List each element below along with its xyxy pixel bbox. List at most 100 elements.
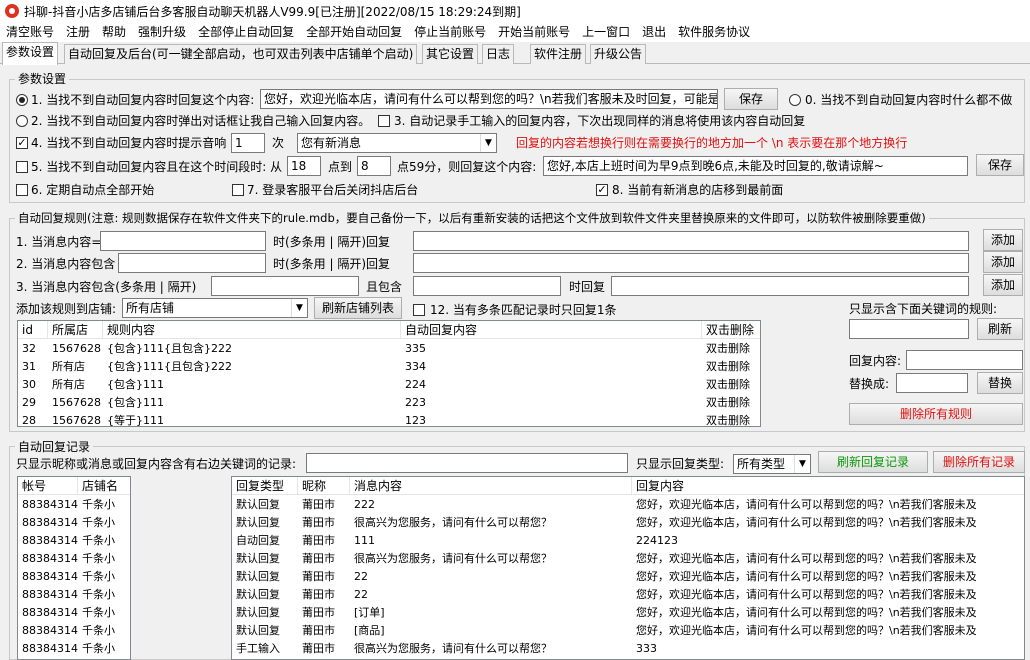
rules-table[interactable]: id 所属店 规则内容 自动回复内容 双击删除 32 1567628 {包含}111… bbox=[17, 320, 761, 427]
refresh-rules-button[interactable]: 刷新 bbox=[977, 318, 1023, 340]
delete-all-log-button[interactable]: 删除所有记录 bbox=[933, 451, 1025, 473]
default-reply-input[interactable]: 您好，欢迎光临本店，请问有什么可以帮到您的吗？\n若我们客服未及时回复，可能是 bbox=[260, 89, 718, 109]
col-shop[interactable]: 所属店 bbox=[48, 321, 103, 338]
menu-item[interactable]: 开始当前账号 bbox=[492, 22, 576, 42]
shop-select[interactable]: 所有店铺 ▼ bbox=[122, 298, 308, 318]
replace-button[interactable]: 替换 bbox=[977, 372, 1023, 394]
list-item[interactable]: 88384314 千条小 bbox=[18, 604, 130, 622]
list-item[interactable]: 88384314 千条小 bbox=[18, 622, 130, 640]
rule3-reply-input[interactable] bbox=[611, 276, 969, 296]
rule3-contains-input[interactable] bbox=[211, 276, 359, 296]
table-row[interactable]: 默认回复 莆田市 222 您好，欢迎光临本店，请问有什么可以帮到您的吗？\n若我们客服… bbox=[232, 496, 1024, 514]
list-item[interactable]: 88384314 千条小 bbox=[18, 514, 130, 532]
list-item[interactable]: 88384314 千条小 bbox=[18, 496, 130, 514]
table-row[interactable]: 30 所有店 {包含}111 224 双击删除 bbox=[18, 376, 760, 394]
col-reply[interactable]: 自动回复内容 bbox=[401, 321, 702, 338]
menu-item[interactable]: 软件服务协议 bbox=[672, 22, 756, 42]
col-message[interactable]: 消息内容 bbox=[350, 477, 632, 494]
tab-other-settings[interactable]: 其它设置 bbox=[422, 44, 479, 64]
menu-item[interactable]: 清空账号 bbox=[0, 22, 60, 42]
col-id[interactable]: id bbox=[18, 321, 48, 338]
list-item[interactable]: 88384314 千条小 bbox=[18, 640, 130, 658]
sound-count-input[interactable]: 1 bbox=[231, 133, 265, 153]
menu-item[interactable]: 全部停止自动回复 bbox=[192, 22, 300, 42]
opt4-checkbox[interactable]: ✓ bbox=[16, 137, 28, 149]
col-delete[interactable]: 双击删除 bbox=[702, 321, 760, 338]
table-row[interactable]: 28 1567628 {等于}111 123 双击删除 bbox=[18, 412, 760, 426]
rule1-equals-input[interactable] bbox=[100, 231, 266, 251]
menu-item[interactable]: 退出 bbox=[636, 22, 672, 42]
tab-params[interactable]: 参数设置 bbox=[2, 42, 59, 65]
tab-log[interactable]: 日志 bbox=[482, 44, 515, 64]
table-cell: 1567628 bbox=[52, 342, 101, 355]
opt0-radio[interactable] bbox=[789, 94, 801, 106]
refresh-log-button[interactable]: 刷新回复记录 bbox=[818, 451, 928, 473]
menu-item[interactable]: 强制升级 bbox=[132, 22, 192, 42]
reply-log-table[interactable]: 回复类型 昵称 消息内容 回复内容 默认回复 莆田市 222 您好，欢迎光临本店，请问… bbox=[231, 476, 1025, 660]
time-to-input[interactable]: 8 bbox=[357, 156, 391, 176]
list-item[interactable]: 88384314 千条小 bbox=[18, 586, 130, 604]
rule1-reply-input[interactable] bbox=[413, 231, 969, 251]
tab-register[interactable]: 软件注册 bbox=[530, 44, 587, 64]
col-reply-type[interactable]: 回复类型 bbox=[232, 477, 298, 494]
account-list[interactable]: 帐号 店铺名 88384314 千条小 88384314 千条小 88384314 千条小… bbox=[17, 476, 131, 660]
time-from-input[interactable]: 18 bbox=[287, 156, 321, 176]
table-row[interactable]: 31 所有店 {包含}111{且包含}222 334 双击删除 bbox=[18, 358, 760, 376]
table-row[interactable]: 默认回复 莆田市 22 您好，欢迎光临本店，请问有什么可以帮到您的吗？\n若我们客服未… bbox=[232, 568, 1024, 586]
table-row[interactable]: 32 1567628 {包含}111{且包含}222 335 双击删除 bbox=[18, 340, 760, 358]
table-row[interactable]: 29 1567628 {包含}111 223 双击删除 bbox=[18, 394, 760, 412]
rule1-add-button[interactable]: 添加 bbox=[983, 229, 1023, 251]
log-filter-input[interactable] bbox=[306, 453, 628, 473]
refresh-shops-button[interactable]: 刷新店铺列表 bbox=[314, 297, 402, 319]
rule2-contains-input[interactable] bbox=[118, 253, 266, 273]
opt12-checkbox[interactable] bbox=[413, 304, 425, 316]
table-row[interactable]: 手工输入 莆田市 很高兴为您服务，请问有什么可以帮您？ 333 bbox=[232, 640, 1024, 658]
list-item[interactable]: 88384314 千条小 bbox=[18, 568, 130, 586]
title-bar: 抖聊-抖音小店多店铺后台多客服自动聊天机器人V99.9[已注册][2022/08… bbox=[0, 0, 1030, 22]
replace-with-input[interactable] bbox=[896, 373, 968, 393]
rule2-reply-input[interactable] bbox=[413, 253, 969, 273]
table-row[interactable]: 默认回复 莆田市 很高兴为您服务，请问有什么可以帮您？ 您好，欢迎光临本店，请问有什么… bbox=[232, 550, 1024, 568]
opt3-checkbox[interactable] bbox=[378, 115, 390, 127]
menu-item[interactable]: 全部开始自动回复 bbox=[300, 22, 408, 42]
save-off-hours-button[interactable]: 保存 bbox=[976, 154, 1024, 176]
reply-log-header: 回复类型 昵称 消息内容 回复内容 bbox=[232, 477, 1024, 495]
col-shop-name[interactable]: 店铺名 bbox=[78, 477, 130, 494]
sound-select[interactable]: 您有新消息 ▼ bbox=[297, 133, 497, 153]
reply-type-select[interactable]: 所有类型 ▼ bbox=[733, 454, 811, 474]
tab-auto-reply[interactable]: 自动回复及后台(可一键全部启动，也可双击列表中店铺单个启动) bbox=[64, 44, 418, 64]
reply-content-input[interactable] bbox=[906, 350, 1023, 370]
opt5-checkbox[interactable] bbox=[16, 161, 28, 173]
table-row[interactable]: 默认回复 莆田市 22 您好，欢迎光临本店，请问有什么可以帮到您的吗？\n若我们客服未… bbox=[232, 586, 1024, 604]
col-rule[interactable]: 规则内容 bbox=[103, 321, 401, 338]
rule3-add-button[interactable]: 添加 bbox=[983, 274, 1023, 296]
list-item[interactable]: 88384314 千条小 bbox=[18, 532, 130, 550]
table-cell: 您好，欢迎光临本店，请问有什么可以帮到您的吗？\n若我们客服未及 bbox=[636, 624, 977, 637]
tab-upgrade[interactable]: 升级公告 bbox=[590, 44, 647, 64]
table-cell: 223 bbox=[405, 396, 426, 409]
save-default-reply-button[interactable]: 保存 bbox=[724, 88, 778, 110]
menu-item[interactable]: 上一窗口 bbox=[576, 22, 636, 42]
rule3-and-contains-input[interactable] bbox=[413, 276, 561, 296]
table-row[interactable]: 自动回复 莆田市 111 224123 bbox=[232, 532, 1024, 550]
menu-item[interactable]: 帮助 bbox=[96, 22, 132, 42]
rule2-add-button[interactable]: 添加 bbox=[983, 251, 1023, 273]
list-item[interactable]: 88384314 千条小 bbox=[18, 550, 130, 568]
menu-item[interactable]: 注册 bbox=[60, 22, 96, 42]
menu-item[interactable]: 停止当前账号 bbox=[408, 22, 492, 42]
opt6-checkbox[interactable] bbox=[16, 184, 28, 196]
delete-all-rules-button[interactable]: 删除所有规则 bbox=[849, 403, 1023, 425]
opt8-checkbox[interactable]: ✓ bbox=[596, 184, 608, 196]
opt1-radio[interactable] bbox=[16, 94, 28, 106]
off-hours-reply-input[interactable]: 您好,本店上班时间为早9点到晚6点,未能及时回复的,敬请谅解~ bbox=[543, 156, 968, 176]
add-to-shop-label: 添加该规则到店铺: bbox=[16, 302, 117, 316]
col-account[interactable]: 帐号 bbox=[18, 477, 78, 494]
table-row[interactable]: 默认回复 莆田市 [商品] 您好，欢迎光临本店，请问有什么可以帮到您的吗？\n若我们客… bbox=[232, 622, 1024, 640]
table-row[interactable]: 默认回复 莆田市 [订单] 您好，欢迎光临本店，请问有什么可以帮到您的吗？\n若我们客… bbox=[232, 604, 1024, 622]
rule-filter-input[interactable] bbox=[849, 319, 969, 339]
table-row[interactable]: 默认回复 莆田市 很高兴为您服务，请问有什么可以帮您？ 您好，欢迎光临本店，请问有什么… bbox=[232, 514, 1024, 532]
col-reply-content[interactable]: 回复内容 bbox=[632, 477, 1024, 494]
opt2-radio[interactable] bbox=[16, 115, 28, 127]
col-nickname[interactable]: 昵称 bbox=[298, 477, 350, 494]
opt7-checkbox[interactable] bbox=[232, 184, 244, 196]
